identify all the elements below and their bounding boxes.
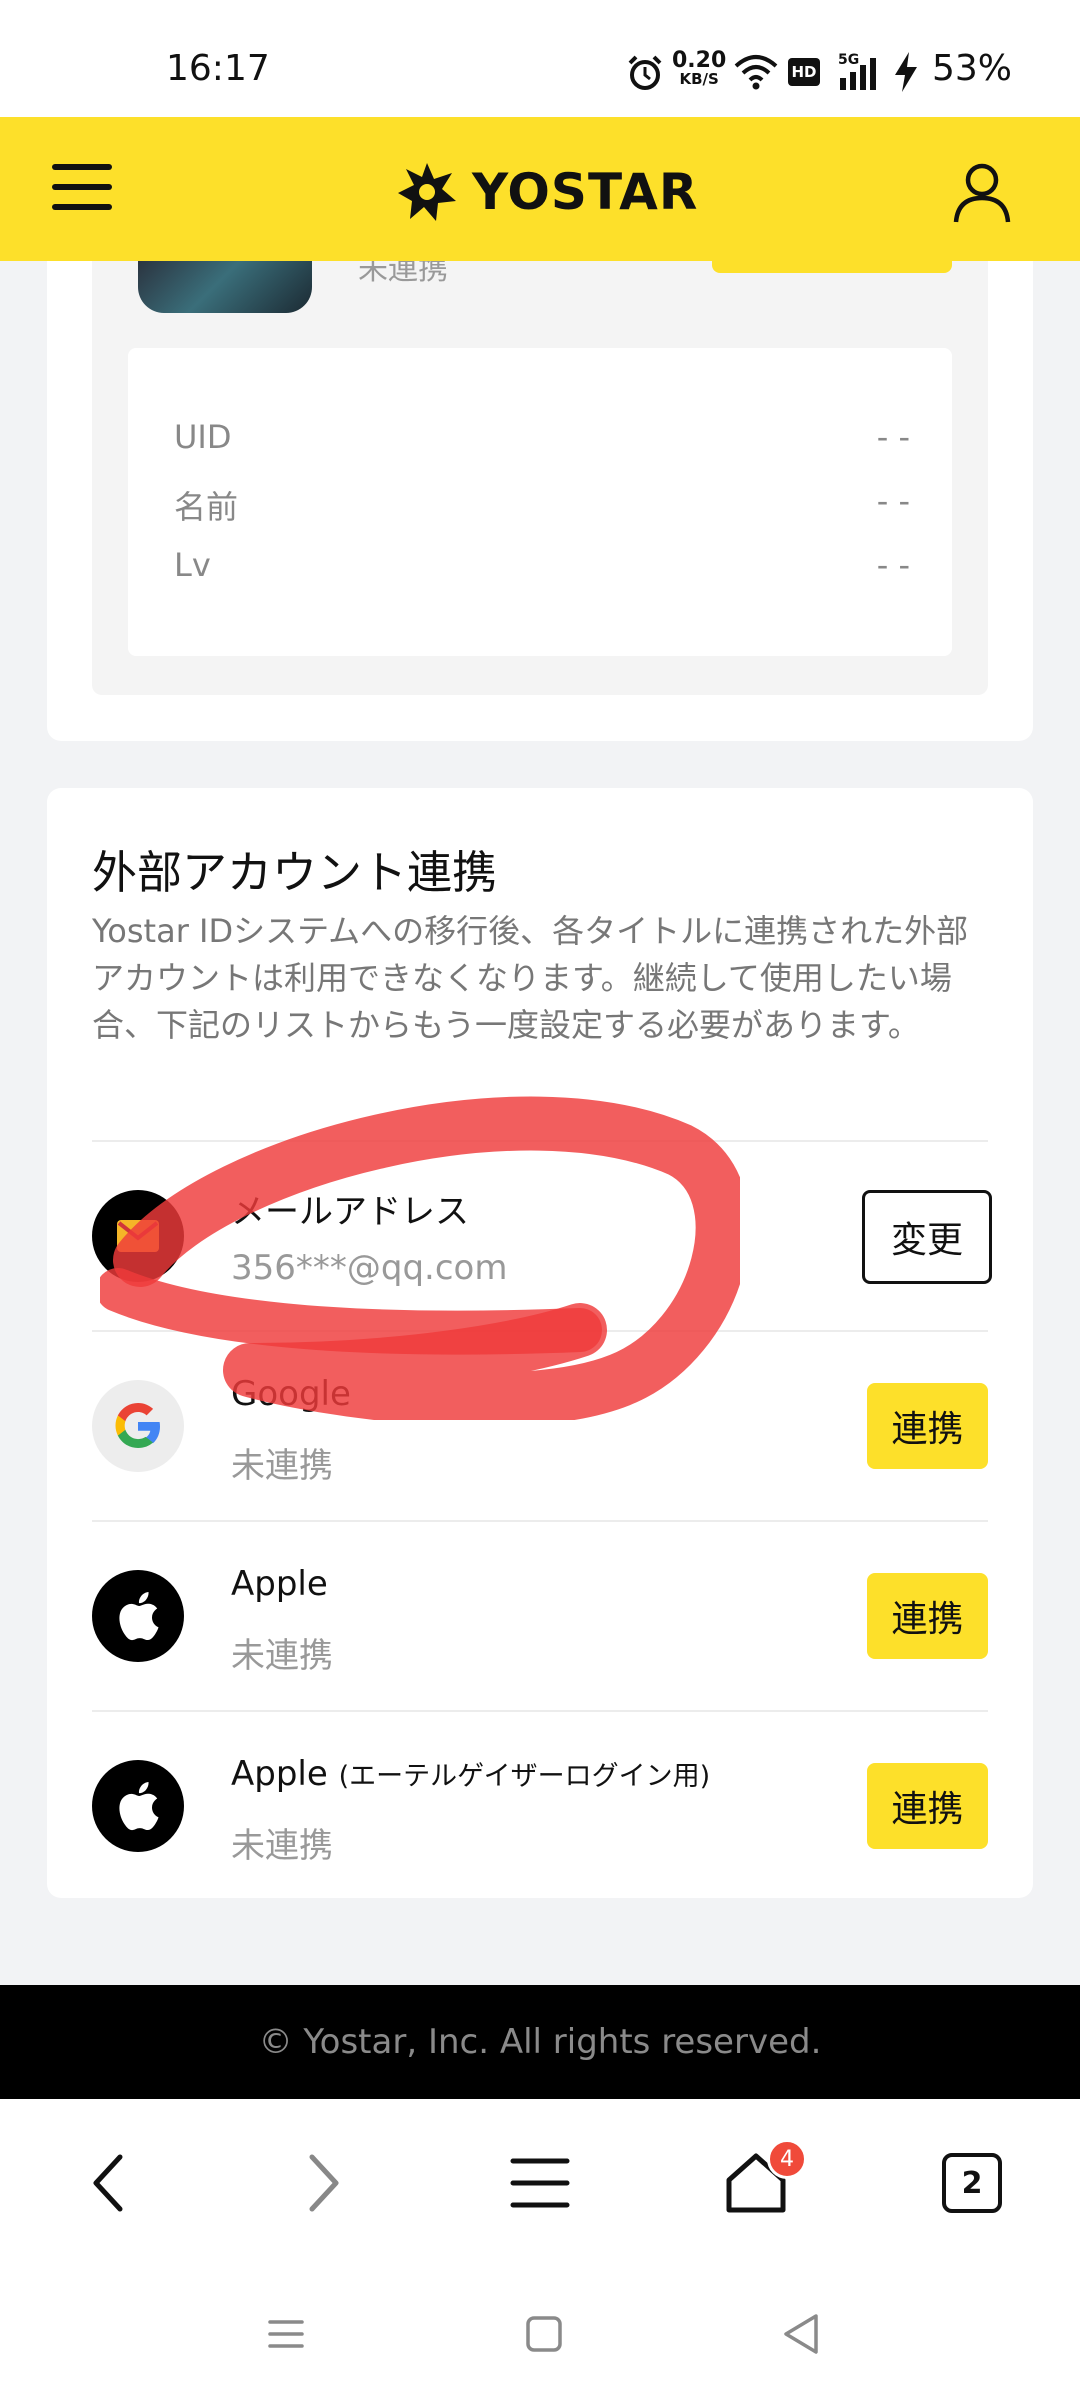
status-time: 16:17 [166,48,270,89]
account-name: Apple [231,1754,328,1794]
apple-icon [92,1570,184,1662]
hd-badge: HD [788,58,820,86]
info-label: Lv [174,546,211,584]
site-footer: © Yostar, Inc. All rights reserved. [0,1985,1080,2099]
apple-icon [92,1760,184,1852]
browser-menu-button[interactable] [500,2143,580,2223]
game-thumbnail [138,261,312,313]
info-label: 名前 [174,488,239,526]
account-name: Apple [231,1564,328,1604]
divider [92,1520,988,1522]
home-notification-badge: 4 [767,2139,807,2179]
info-row-level: Lv - - [174,546,910,590]
system-home-icon[interactable] [524,2314,564,2354]
net-speed-unit: KB/S [679,70,719,88]
account-status: 未連携 [231,1446,333,1486]
info-row-name: 名前 - - [174,482,910,526]
tabs-button[interactable]: 2 [932,2143,1012,2223]
logo-text: YOSTAR [472,163,699,221]
system-back-icon[interactable] [780,2312,822,2356]
menu-icon-bar [52,164,112,170]
game-link-button[interactable] [712,261,952,273]
divider [92,1710,988,1712]
account-name: メールアドレス [231,1192,469,1232]
change-email-button[interactable]: 変更 [862,1190,992,1284]
tab-count: 2 [942,2153,1002,2213]
info-value: - - [876,546,910,584]
menu-icon-bar [52,184,112,190]
divider [92,1330,988,1332]
back-button[interactable] [68,2143,148,2223]
account-name-suffix: (エーテルゲイザーログイン用) [338,1761,711,1792]
link-apple-button[interactable]: 連携 [867,1573,988,1659]
wifi-icon [734,55,778,90]
menu-icon-bar [52,204,112,210]
link-google-button[interactable]: 連携 [867,1383,988,1469]
account-status: 未連携 [231,1826,333,1866]
external-accounts-title: 外部アカウント連携 [92,846,498,899]
alarm-icon [628,55,662,90]
forward-button[interactable] [284,2143,364,2223]
status-bar: 16:17 0.20 KB/S HD 5G 53% [0,0,1080,117]
yostar-logo-icon [398,163,456,221]
hamburger-icon [510,2158,570,2208]
info-value: - - [876,418,910,456]
divider [92,1140,988,1142]
link-apple-aethergazer-button[interactable]: 連携 [867,1763,988,1849]
account-name-row: Apple (エーテルゲイザーログイン用) [231,1754,710,1794]
chevron-right-icon [309,2154,339,2212]
net-speed-value: 0.20 [672,48,727,73]
chevron-left-icon [93,2154,123,2212]
account-status: 356***@qq.com [231,1248,508,1288]
yostar-logo[interactable]: YOSTAR [396,152,698,232]
copyright-text: © Yostar, Inc. All rights reserved. [258,2022,822,2062]
battery-level: 53% [932,48,1013,89]
account-name: Google [231,1374,351,1414]
net-speed: 0.20 KB/S [672,48,727,89]
signal-icon [840,58,876,90]
external-accounts-description: Yostar IDシステムへの移行後、各タイトルに連携された外部アカウントは利用… [92,912,969,1044]
user-icon[interactable] [950,160,1014,224]
google-icon [92,1380,184,1472]
mail-icon [92,1190,184,1282]
charging-icon [895,52,917,92]
info-value: - - [876,482,910,520]
menu-button[interactable] [52,164,112,214]
info-label: UID [174,418,232,456]
info-row-uid: UID - - [174,418,910,462]
recents-icon[interactable] [266,2314,306,2354]
account-status: 未連携 [231,1636,333,1676]
